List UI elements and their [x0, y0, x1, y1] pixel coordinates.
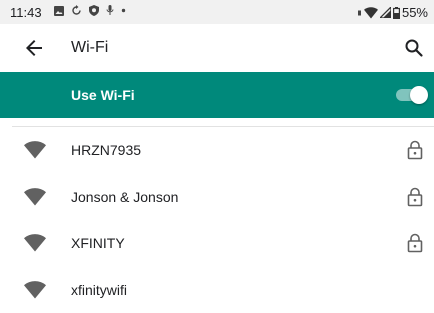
wifi-icon [364, 7, 378, 19]
shield-icon [89, 5, 99, 16]
lock-icon [407, 233, 423, 253]
network-row[interactable]: HRZN7935 [0, 127, 434, 174]
wifi-signal-icon [24, 188, 46, 206]
mic-icon [106, 5, 114, 16]
wifi-signal-icon [24, 281, 46, 299]
network-name: Jonson & Jonson [71, 189, 178, 205]
system-icons: 55% [357, 5, 428, 20]
network-name: xfinitywifi [71, 282, 127, 298]
network-name: HRZN7935 [71, 142, 141, 158]
battery-icon [393, 7, 400, 19]
battery-percent: 55% [402, 5, 428, 20]
lock-icon [407, 140, 423, 160]
image-icon [54, 6, 64, 16]
use-wifi-label: Use Wi-Fi [71, 87, 135, 103]
sync-icon [71, 5, 82, 16]
network-list: HRZN7935 Jonson & Jonson XFINITY xfinity… [0, 127, 434, 313]
network-row[interactable]: xfinitywifi [0, 267, 434, 313]
page-title: Wi-Fi [71, 39, 108, 57]
use-wifi-switch-bar[interactable]: Use Wi-Fi [0, 72, 434, 118]
dot-icon [121, 8, 126, 13]
lock-icon [407, 187, 423, 207]
status-bar: 11:43 55% [0, 0, 434, 24]
app-bar: Wi-Fi [0, 24, 434, 72]
vibrate-icon [357, 9, 362, 17]
wifi-signal-icon [24, 141, 46, 159]
status-time: 11:43 [10, 5, 42, 20]
wifi-signal-icon [24, 234, 46, 252]
network-name: XFINITY [71, 235, 125, 251]
network-row[interactable]: XFINITY [0, 220, 434, 267]
search-icon[interactable] [404, 38, 424, 58]
notification-icons [54, 5, 126, 16]
cell-signal-icon [380, 7, 391, 18]
network-row[interactable]: Jonson & Jonson [0, 174, 434, 221]
back-arrow-icon[interactable] [22, 36, 46, 60]
wifi-toggle[interactable] [392, 84, 428, 106]
toggle-thumb [410, 86, 428, 104]
